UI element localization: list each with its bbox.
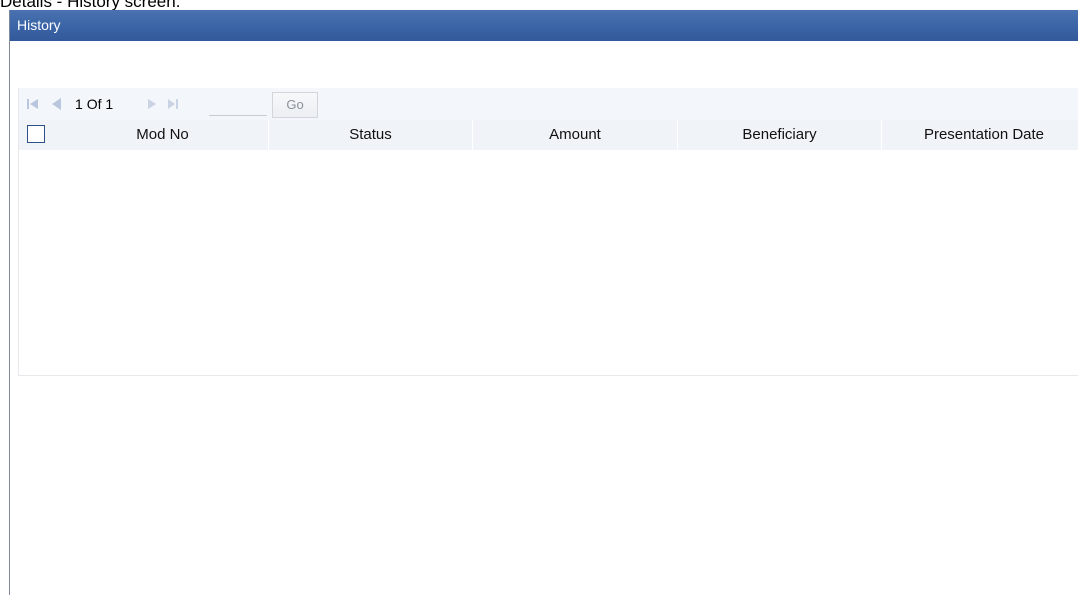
history-window: History 1 Of 1 Go Mod No Status Amount B… [9, 10, 1078, 595]
column-header-beneficiary[interactable]: Beneficiary [678, 120, 882, 150]
current-page: 1 [75, 96, 83, 112]
of-label: Of [86, 96, 102, 112]
page-number-input[interactable] [209, 93, 267, 116]
column-header-presentation-date[interactable]: Presentation Date [882, 120, 1078, 150]
column-header-status[interactable]: Status [269, 120, 473, 150]
next-page-icon[interactable] [145, 97, 159, 111]
total-pages: 1 [105, 96, 114, 112]
page-indicator: 1 Of 1 [75, 97, 113, 111]
column-header-mod-no[interactable]: Mod No [57, 120, 269, 150]
window-title-bar: History [10, 10, 1078, 41]
previous-page-icon[interactable] [50, 97, 64, 111]
go-button[interactable]: Go [272, 92, 318, 118]
history-grid: 1 Of 1 Go Mod No Status Amount Beneficia… [18, 88, 1078, 376]
screen-caption: Details - History screen. [0, 0, 181, 10]
column-header-amount[interactable]: Amount [473, 120, 678, 150]
pagination-toolbar: 1 Of 1 Go [19, 88, 1078, 120]
select-all-checkbox[interactable] [27, 125, 45, 143]
first-page-icon[interactable] [26, 97, 40, 111]
window-title: History [17, 17, 61, 33]
last-page-icon[interactable] [166, 97, 180, 111]
